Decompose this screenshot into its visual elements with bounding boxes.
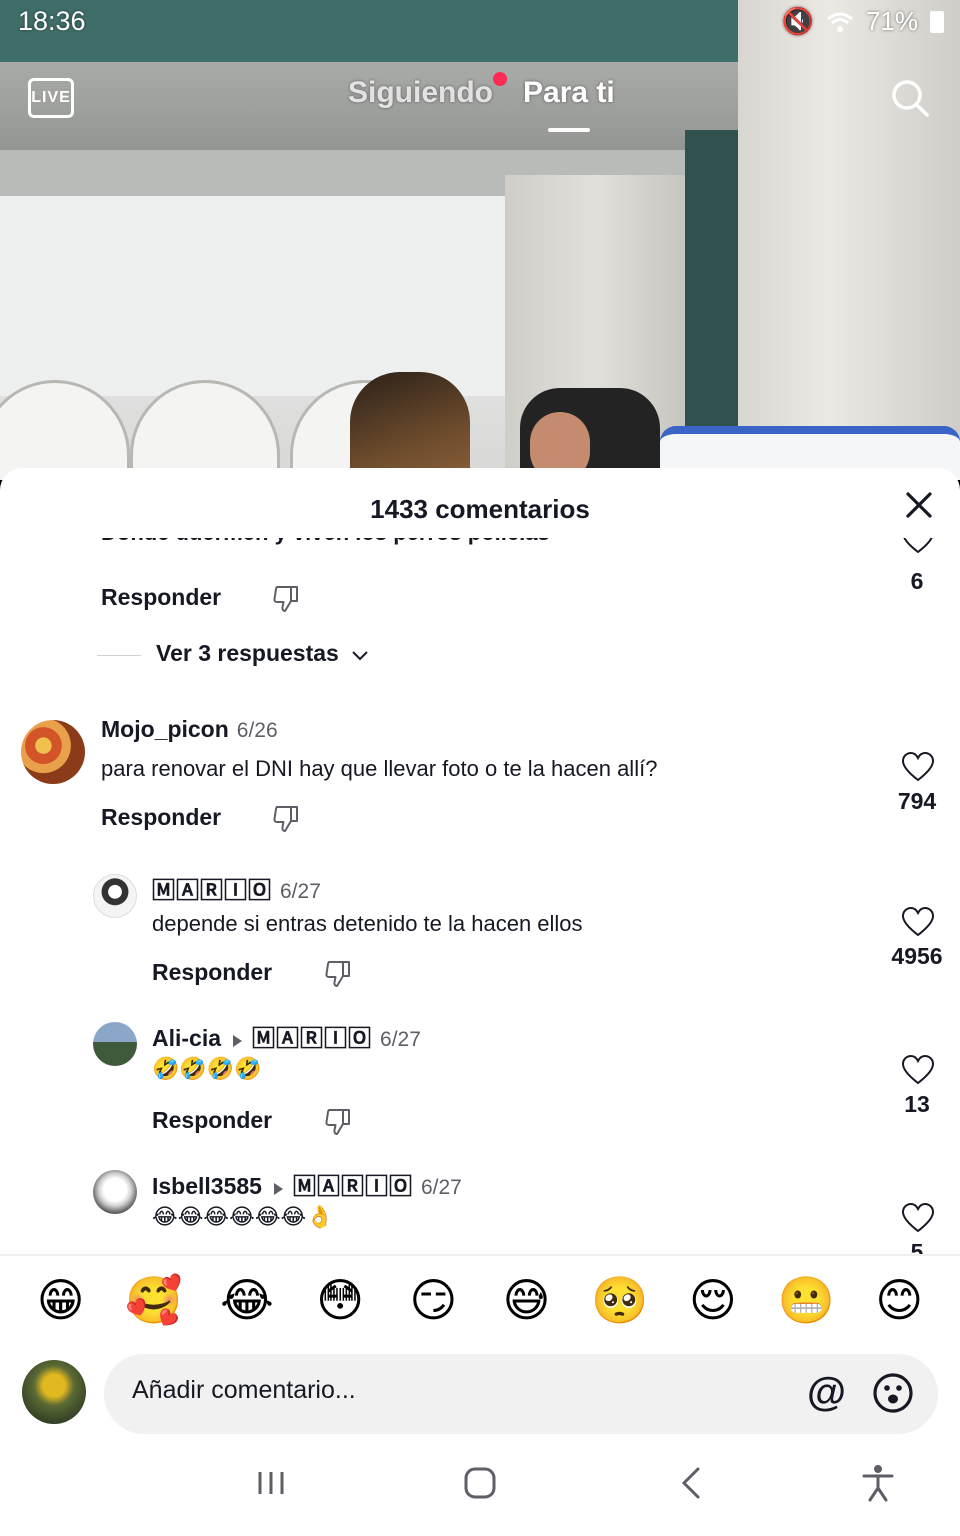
accessibility-icon[interactable] <box>860 1464 896 1502</box>
top-nav: LIVE Siguiendo Para ti <box>0 70 960 140</box>
search-icon[interactable] <box>890 78 930 118</box>
avatar[interactable] <box>93 874 137 918</box>
dislike-icon[interactable] <box>271 584 301 614</box>
active-tab-indicator <box>548 128 590 132</box>
comment-header: Mojo_picon 6/26 <box>101 716 278 743</box>
comment-header: Isbell3585 🄼🄰🅁🄸🄾 6/27 <box>152 1167 462 1201</box>
comment-date: 6/27 <box>280 880 321 903</box>
tab-following[interactable]: Siguiendo <box>348 72 507 110</box>
reply-button[interactable]: Responder <box>152 959 272 986</box>
close-icon[interactable] <box>904 490 934 520</box>
dislike-icon[interactable] <box>271 804 301 834</box>
like-count: 5 <box>910 1239 924 1254</box>
comment-text: 🤣🤣🤣🤣 <box>152 1056 262 1081</box>
status-time: 18:36 <box>18 6 86 36</box>
comments-sheet: 1433 comentarios Donde duermen y viven l… <box>0 468 960 1536</box>
reply-to-username[interactable]: 🄼🄰🅁🄸🄾 <box>252 1025 372 1051</box>
reply-button[interactable]: Responder <box>152 1107 272 1134</box>
tab-for-you[interactable]: Para ti <box>523 76 615 132</box>
emoji-pleading[interactable]: 🥺 <box>585 1273 655 1328</box>
status-bar: 18:36 🔇 71% <box>0 0 960 44</box>
heart-icon[interactable] <box>901 907 935 937</box>
comment-composer: Añadir comentario... @ <box>0 1352 960 1442</box>
divider <box>97 655 141 656</box>
video-column-dark <box>685 130 745 470</box>
tab-for-you-label: Para ti <box>523 76 615 109</box>
video-dog <box>350 372 470 480</box>
comment-text-partial: Donde duermen y viven los perros policía… <box>101 538 550 546</box>
emoji-grimace[interactable]: 😬 <box>771 1273 841 1328</box>
heart-icon[interactable] <box>901 1203 935 1233</box>
username[interactable]: Mojo_picon <box>101 716 229 742</box>
comment-date: 6/27 <box>420 1176 462 1199</box>
emoji-quick-bar: 😁 🥰 😂 😳 😏 😅 🥺 😌 😬 😊 <box>0 1254 960 1344</box>
comments-list[interactable]: Donde duermen y viven los perros policía… <box>0 538 960 1254</box>
emoji-icon[interactable] <box>872 1372 914 1414</box>
mention-button[interactable]: @ <box>807 1370 846 1414</box>
emoji-relieved[interactable]: 😌 <box>678 1273 748 1327</box>
dislike-icon[interactable] <box>323 1107 353 1137</box>
notification-dot <box>493 72 507 86</box>
emoji-sweat-smile[interactable]: 😅 <box>492 1273 562 1327</box>
view-replies-label: Ver 3 respuestas <box>156 640 339 666</box>
comment-input-placeholder: Añadir comentario... <box>132 1376 356 1404</box>
emoji-grin[interactable]: 😁 <box>26 1273 96 1327</box>
chevron-down-icon <box>352 651 368 661</box>
emoji-joy[interactable]: 😂 <box>212 1273 282 1327</box>
username[interactable]: Ali-cia <box>152 1025 221 1051</box>
emoji-blush[interactable]: 😊 <box>864 1273 934 1327</box>
avatar[interactable] <box>93 1170 137 1214</box>
battery-percent: 71% <box>865 6 918 36</box>
like-count: 4956 <box>891 943 943 969</box>
live-button[interactable]: LIVE <box>28 78 74 118</box>
comment-date: 6/27 <box>380 1028 421 1051</box>
username[interactable]: Isbell3585 <box>152 1173 262 1199</box>
emoji-smirk[interactable]: 😏 <box>398 1273 468 1327</box>
like-count: 6 <box>910 568 924 594</box>
status-icons: 🔇 71% <box>782 6 944 37</box>
dislike-icon[interactable] <box>323 959 353 989</box>
battery-icon <box>930 10 944 33</box>
tab-following-label: Siguiendo <box>348 76 493 109</box>
wifi-icon <box>826 12 853 32</box>
comment-input[interactable]: Añadir comentario... @ <box>104 1354 938 1434</box>
comment-text: 😂😂😂😂😂😂👌 <box>152 1204 334 1229</box>
heart-icon[interactable] <box>901 752 935 782</box>
emoji-flushed[interactable]: 😳 <box>305 1273 375 1327</box>
comment-header: 🄼🄰🅁🄸🄾 6/27 <box>152 871 321 905</box>
reply-arrow-icon <box>273 1182 283 1195</box>
my-avatar[interactable] <box>22 1360 86 1424</box>
feed-tabs: Siguiendo Para ti <box>348 72 615 132</box>
heart-icon[interactable] <box>901 1055 935 1085</box>
heart-icon[interactable] <box>901 538 935 554</box>
comment-header: Ali-cia 🄼🄰🅁🄸🄾 6/27 <box>152 1019 421 1053</box>
home-icon[interactable] <box>463 1466 497 1500</box>
avatar[interactable] <box>21 720 85 784</box>
emoji-hearts[interactable]: 🥰 <box>119 1273 189 1328</box>
mute-icon: 🔇 <box>781 6 814 36</box>
reply-button[interactable]: Responder <box>101 804 221 831</box>
view-replies-button[interactable]: Ver 3 respuestas <box>156 640 369 667</box>
back-icon[interactable] <box>678 1466 704 1500</box>
comments-count-title: 1433 comentarios <box>370 494 590 524</box>
system-nav-bar <box>0 1458 960 1536</box>
reply-button[interactable]: Responder <box>101 584 221 611</box>
comment-text: para renovar el DNI hay que llevar foto … <box>101 756 658 781</box>
comment-text: depende si entras detenido te la hacen e… <box>152 911 583 936</box>
comment-date: 6/26 <box>236 719 278 742</box>
reply-arrow-icon <box>233 1034 243 1047</box>
recents-icon[interactable] <box>255 1468 287 1498</box>
reply-to-username[interactable]: 🄼🄰🅁🄸🄾 <box>293 1173 413 1199</box>
like-count: 794 <box>897 788 937 814</box>
avatar[interactable] <box>93 1022 137 1066</box>
like-count: 13 <box>904 1091 930 1117</box>
username[interactable]: 🄼🄰🅁🄸🄾 <box>152 877 272 903</box>
